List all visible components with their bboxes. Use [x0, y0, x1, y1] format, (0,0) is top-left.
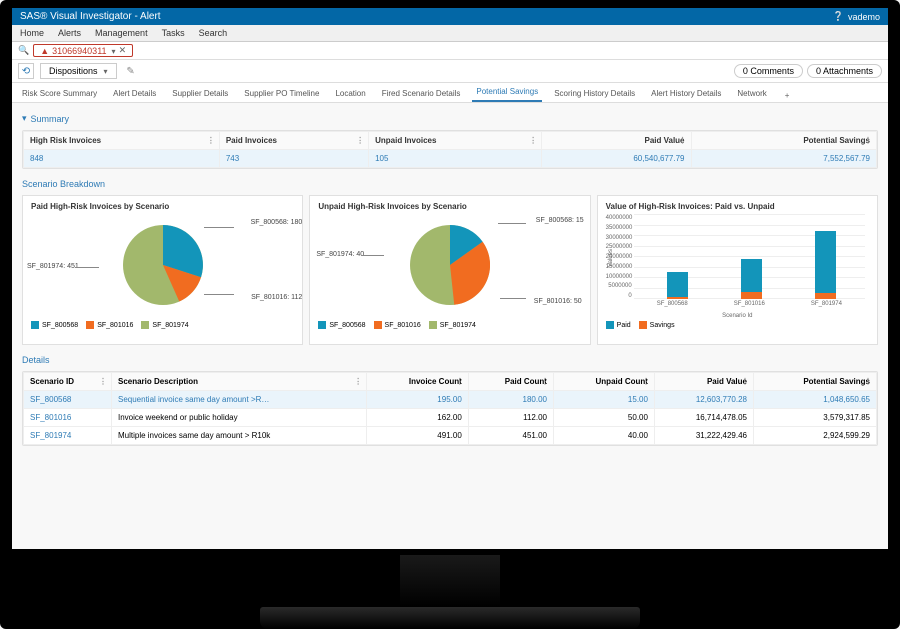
column-menu-icon[interactable]: ⋮: [356, 136, 364, 145]
col-paid-inv[interactable]: Paid Invoices⋮: [219, 132, 368, 150]
details-title[interactable]: Details: [22, 355, 878, 365]
y-axis-label: Values: [608, 249, 614, 267]
alert-icon: ▲: [40, 46, 49, 56]
chart-paid-pie: Paid High-Risk Invoices by Scenario SF_8…: [22, 195, 303, 345]
tab-risk-score[interactable]: Risk Score Summary: [18, 85, 101, 102]
search-list-icon[interactable]: 🔍: [18, 45, 29, 56]
tab-supplier-details[interactable]: Supplier Details: [168, 85, 232, 102]
user-label[interactable]: vademo: [848, 12, 880, 22]
help-icon[interactable]: ❔: [833, 11, 844, 22]
summary-panel: High Risk Invoices⋮ Paid Invoices⋮ Unpai…: [22, 130, 878, 169]
column-menu-icon[interactable]: ⋮: [456, 377, 464, 386]
tab-fired-scenario[interactable]: Fired Scenario Details: [378, 85, 465, 102]
alert-breadcrumb-tab[interactable]: ▲ 31066940311 ✕: [33, 44, 133, 57]
tab-alert-history[interactable]: Alert History Details: [647, 85, 725, 102]
chevron-down-icon: [102, 66, 108, 76]
pie-legend: SF_800568 SF_801016 SF_801974: [31, 321, 294, 329]
content-area: ▾ Summary High Risk Invoices⋮ Paid Invoi…: [12, 103, 888, 549]
col-high-risk[interactable]: High Risk Invoices⋮: [24, 132, 220, 150]
column-menu-icon[interactable]: ⋮: [741, 377, 749, 386]
col-paid-value[interactable]: Paid Value⋮: [542, 132, 691, 150]
col-unpaid-count[interactable]: Unpaid Count⋮: [553, 373, 654, 391]
detail-tabs: Risk Score Summary Alert Details Supplie…: [12, 83, 888, 103]
details-panel: Scenario ID⋮ Scenario Description⋮ Invoi…: [22, 371, 878, 446]
bar-sf800568: [667, 272, 687, 299]
x-axis-label: Scenario Id: [722, 313, 752, 319]
tab-potential-savings[interactable]: Potential Savings: [472, 83, 542, 102]
chart-unpaid-pie: Unpaid High-Risk Invoices by Scenario SF…: [309, 195, 590, 345]
menu-alerts[interactable]: Alerts: [56, 27, 83, 39]
tab-supplier-po[interactable]: Supplier PO Timeline: [240, 85, 323, 102]
pie-label: SF_801974: 451: [27, 263, 79, 270]
add-tab-button[interactable]: +: [779, 89, 796, 102]
pie-label: SF_801016: 50: [534, 298, 582, 305]
tab-network[interactable]: Network: [733, 85, 770, 102]
dispositions-button[interactable]: Dispositions: [40, 63, 117, 79]
column-menu-icon[interactable]: ⋮: [529, 136, 537, 145]
pie-legend: SF_800568 SF_801016 SF_801974: [318, 321, 581, 329]
col-unpaid-inv[interactable]: Unpaid Invoices⋮: [369, 132, 542, 150]
bar-chart: 4000000035000000300000002500000020000000…: [606, 215, 869, 315]
table-row[interactable]: SF_800568Sequential invoice same day amo…: [24, 391, 877, 409]
summary-title[interactable]: ▾ Summary: [22, 113, 878, 124]
column-menu-icon[interactable]: ⋮: [354, 377, 362, 386]
chart-value-bar: Value of High-Risk Invoices: Paid vs. Un…: [597, 195, 878, 345]
breakdown-title[interactable]: Scenario Breakdown: [22, 179, 878, 189]
app-title: SAS® Visual Investigator - Alert: [20, 11, 161, 22]
menubar: Home Alerts Management Tasks Search: [12, 25, 888, 42]
pie-label: SF_800568: 180: [251, 219, 303, 226]
col-invoice-count[interactable]: Invoice Count⋮: [367, 373, 469, 391]
menu-home[interactable]: Home: [18, 27, 46, 39]
menu-management[interactable]: Management: [93, 27, 150, 39]
bar-sf801016: [741, 259, 761, 299]
comments-button[interactable]: 0 Comments: [734, 64, 803, 78]
menu-tasks[interactable]: Tasks: [160, 27, 187, 39]
tab-location[interactable]: Location: [331, 85, 369, 102]
pie-label: SF_801016: 112: [251, 294, 302, 301]
column-menu-icon[interactable]: ⋮: [642, 377, 650, 386]
column-menu-icon[interactable]: ⋮: [679, 136, 687, 145]
pie-label: SF_801974: 40: [316, 251, 364, 258]
col-paid-value[interactable]: Paid Value⋮: [654, 373, 753, 391]
pie-chart: [410, 225, 490, 305]
tab-alert-details[interactable]: Alert Details: [109, 85, 160, 102]
col-potential-savings[interactable]: Potential Savings⋮: [691, 132, 876, 150]
table-row[interactable]: SF_801974Multiple invoices same day amou…: [24, 427, 877, 445]
pie-label: SF_800568: 15: [536, 217, 584, 224]
column-menu-icon[interactable]: ⋮: [864, 377, 872, 386]
app-titlebar: SAS® Visual Investigator - Alert ❔ vadem…: [12, 8, 888, 25]
tab-scoring-history[interactable]: Scoring History Details: [550, 85, 639, 102]
pie-chart: [123, 225, 203, 305]
menu-search[interactable]: Search: [197, 27, 230, 39]
col-paid-count[interactable]: Paid Count⋮: [468, 373, 553, 391]
summary-row[interactable]: 848 743 105 60,540,677.79 7,552,567.79: [24, 150, 877, 168]
col-scenario-desc[interactable]: Scenario Description⋮: [111, 373, 366, 391]
attachments-button[interactable]: 0 Attachments: [807, 64, 882, 78]
column-menu-icon[interactable]: ⋮: [864, 136, 872, 145]
action-toolbar: ⟲ Dispositions ✎ 0 Comments 0 Attachment…: [12, 60, 888, 83]
bar-sf801974: [815, 231, 835, 299]
collapse-icon: ▾: [22, 113, 27, 124]
column-menu-icon[interactable]: ⋮: [207, 136, 215, 145]
table-row[interactable]: SF_801016Invoice weekend or public holid…: [24, 409, 877, 427]
alert-id: 31066940311: [52, 46, 106, 56]
breadcrumb-bar: 🔍 ▲ 31066940311 ✕: [12, 42, 888, 60]
bar-legend: Paid Savings: [606, 321, 869, 329]
details-table: Scenario ID⋮ Scenario Description⋮ Invoi…: [23, 372, 877, 445]
close-icon[interactable]: ✕: [119, 45, 127, 56]
chevron-down-icon[interactable]: [110, 46, 116, 56]
column-menu-icon[interactable]: ⋮: [99, 377, 107, 386]
col-potential-savings[interactable]: Potential Savings⋮: [753, 373, 876, 391]
edit-button[interactable]: ✎: [123, 63, 139, 79]
summary-table: High Risk Invoices⋮ Paid Invoices⋮ Unpai…: [23, 131, 877, 168]
col-scenario-id[interactable]: Scenario ID⋮: [24, 373, 112, 391]
column-menu-icon[interactable]: ⋮: [541, 377, 549, 386]
refresh-button[interactable]: ⟲: [18, 63, 34, 79]
